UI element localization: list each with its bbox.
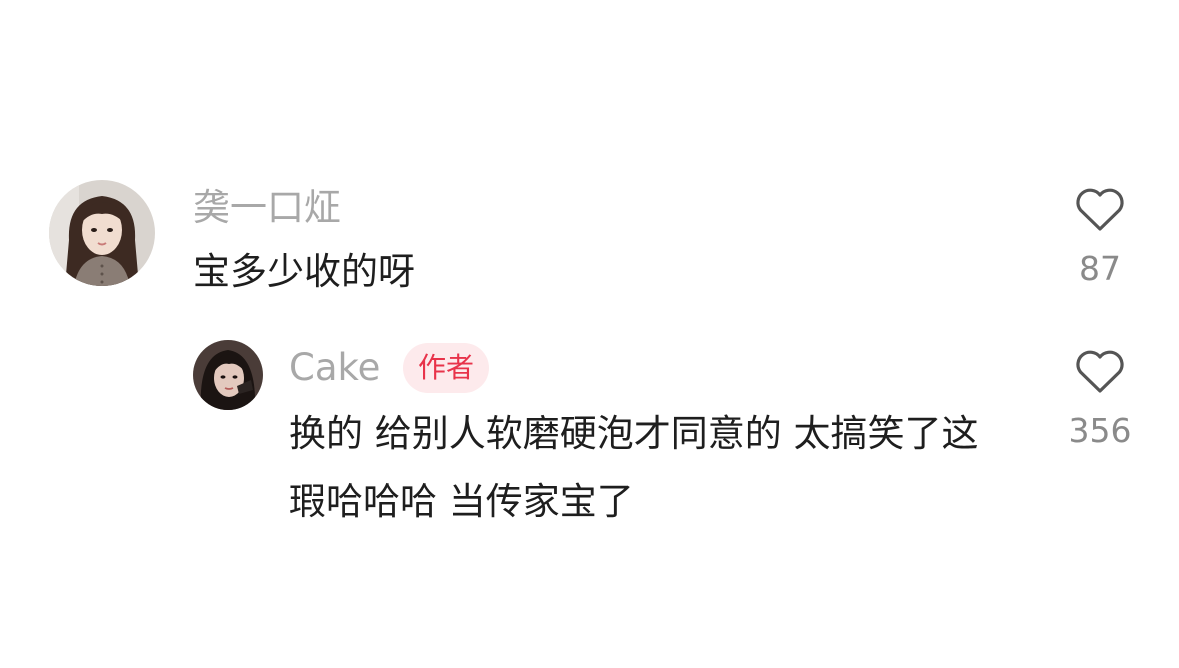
- author-username[interactable]: Cake: [289, 346, 380, 390]
- heart-outline-icon: [1076, 350, 1124, 393]
- author-badge: 作者: [403, 343, 490, 393]
- woman-portrait-dark-icon: [193, 340, 263, 410]
- commenter-avatar[interactable]: [49, 180, 155, 286]
- comment-thread: 䶮一口炡 宝多少收的呀 87 Cake 作者 换的 给别人软磨硬泡才同意的 太搞…: [0, 0, 1179, 668]
- comment-text[interactable]: 宝多少收的呀: [193, 238, 953, 306]
- reply-like-button[interactable]: 356: [1045, 347, 1155, 451]
- author-avatar[interactable]: [193, 340, 263, 410]
- reply-text[interactable]: 换的 给别人软磨硬泡才同意的 太搞笑了这瑕哈哈哈 当传家宝了: [289, 400, 994, 536]
- commenter-username[interactable]: 䶮一口炡: [193, 186, 341, 230]
- heart-outline-icon: [1076, 188, 1124, 231]
- comment-like-count: 87: [1079, 249, 1121, 288]
- woman-portrait-icon: [49, 180, 155, 286]
- reply-like-count: 356: [1068, 411, 1132, 450]
- comment-like-button[interactable]: 87: [1045, 185, 1155, 289]
